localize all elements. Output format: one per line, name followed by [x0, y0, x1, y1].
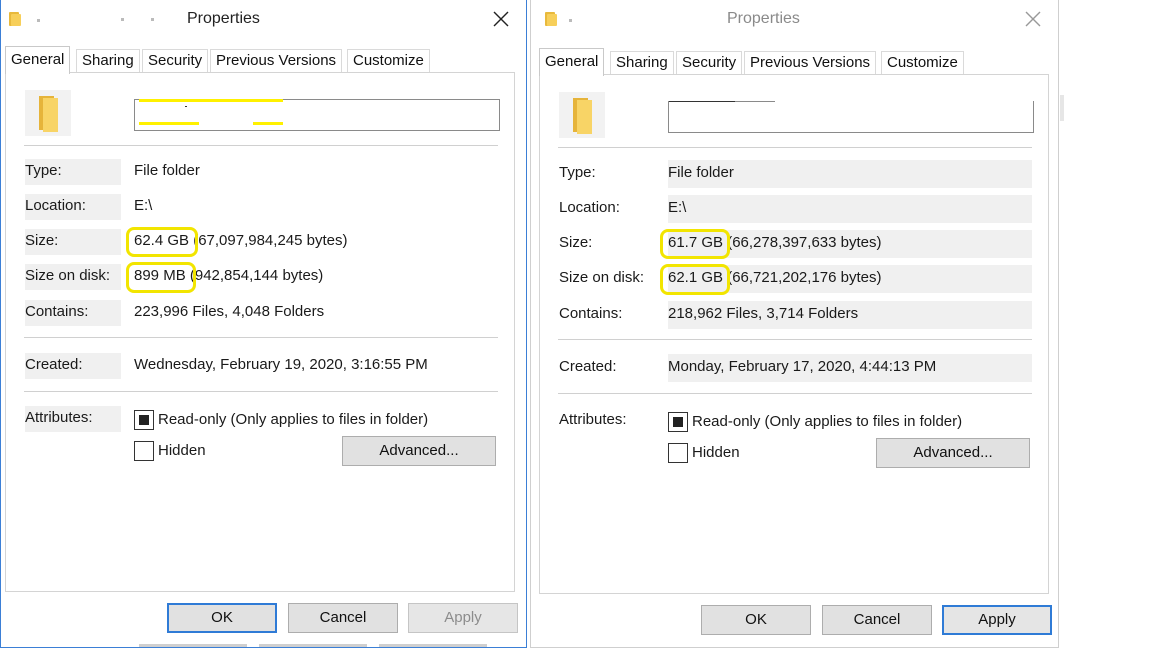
size-label: Size: [25, 229, 121, 255]
tab-customize[interactable]: Customize [347, 49, 430, 73]
advanced-button[interactable]: Advanced... [342, 436, 496, 466]
cancel-button[interactable]: Cancel [822, 605, 932, 635]
location-value: E:\ [134, 197, 153, 214]
redaction-mark [185, 106, 187, 107]
close-icon[interactable] [488, 6, 514, 32]
general-panel: Type: File folder Location: E:\ Size: 61… [539, 74, 1049, 594]
folder-icon [545, 12, 557, 26]
tab-strip: General Sharing Security Previous Versio… [539, 48, 1058, 76]
folder-name-field[interactable] [668, 101, 1034, 133]
advanced-button[interactable]: Advanced... [876, 438, 1030, 468]
apply-button[interactable]: Apply [408, 603, 518, 633]
tab-sharing[interactable]: Sharing [610, 51, 674, 75]
window-title: Properties [727, 10, 800, 27]
background-window-edge [259, 644, 367, 647]
ok-button[interactable]: OK [701, 605, 811, 635]
readonly-label: Read-only (Only applies to files in fold… [158, 411, 429, 428]
size-on-disk-label: Size on disk: [25, 264, 121, 290]
window-title: Properties [187, 10, 260, 27]
contains-value: 218,962 Files, 3,714 Folders [668, 301, 1032, 329]
folder-icon [9, 12, 21, 26]
close-icon[interactable] [1020, 6, 1046, 32]
redaction-mark [669, 101, 735, 102]
created-value: Monday, February 17, 2020, 4:44:13 PM [668, 354, 1032, 382]
separator [558, 147, 1032, 148]
hidden-checkbox[interactable] [668, 443, 688, 463]
properties-dialog-right: Properties General Sharing Security Prev… [530, 0, 1059, 648]
separator [24, 145, 498, 146]
location-label: Location: [25, 194, 121, 220]
contains-label: Contains: [25, 300, 121, 326]
readonly-checkbox[interactable] [668, 412, 688, 432]
redaction-mark [151, 18, 154, 21]
properties-dialog-left: Properties General Sharing Security Prev… [0, 0, 527, 648]
hidden-label: Hidden [158, 442, 206, 459]
highlight-mark [253, 122, 283, 125]
redaction-mark [569, 19, 572, 22]
tab-sharing[interactable]: Sharing [76, 49, 140, 73]
size-label: Size: [559, 234, 593, 251]
type-label: Type: [559, 164, 596, 181]
separator [24, 337, 498, 338]
attributes-label: Attributes: [559, 411, 627, 428]
tab-previous-versions[interactable]: Previous Versions [744, 51, 877, 75]
tab-general[interactable]: General [5, 46, 71, 74]
background-window-edge [139, 644, 247, 647]
highlight-circle [660, 229, 730, 259]
background-window-edge [1060, 95, 1064, 121]
type-value: File folder [668, 160, 1032, 188]
readonly-checkbox[interactable] [134, 410, 154, 430]
tab-security[interactable]: Security [142, 49, 209, 73]
created-label: Created: [25, 353, 121, 379]
hidden-label: Hidden [692, 444, 740, 461]
apply-button[interactable]: Apply [942, 605, 1052, 635]
highlight-mark [139, 99, 283, 102]
attributes-label: Attributes: [25, 406, 121, 432]
highlight-circle [660, 264, 730, 295]
general-panel: Type: File folder Location: E:\ Size: 62… [5, 72, 515, 592]
separator [24, 391, 498, 392]
separator [558, 393, 1032, 394]
title-bar: Properties [531, 0, 1058, 40]
folder-icon [25, 90, 71, 136]
highlight-mark [139, 122, 199, 125]
redaction-mark [775, 101, 1033, 102]
location-label: Location: [559, 199, 620, 216]
created-value: Wednesday, February 19, 2020, 3:16:55 PM [134, 356, 428, 373]
tab-customize[interactable]: Customize [881, 51, 964, 75]
created-label: Created: [559, 358, 617, 375]
tab-general[interactable]: General [539, 48, 605, 76]
hidden-checkbox[interactable] [134, 441, 154, 461]
readonly-label: Read-only (Only applies to files in fold… [692, 413, 963, 430]
contains-value: 223,996 Files, 4,048 Folders [134, 303, 325, 320]
type-label: Type: [25, 159, 121, 185]
type-value: File folder [134, 162, 200, 179]
location-value: E:\ [668, 195, 1032, 223]
title-bar: Properties [1, 0, 526, 40]
size-on-disk-label: Size on disk: [559, 269, 645, 286]
background-window-edge [379, 644, 487, 647]
cancel-button[interactable]: Cancel [288, 603, 398, 633]
tab-previous-versions[interactable]: Previous Versions [210, 49, 343, 73]
separator [558, 339, 1032, 340]
redaction-mark [121, 18, 124, 21]
highlight-circle [126, 262, 196, 293]
folder-icon [559, 92, 605, 138]
contains-label: Contains: [559, 305, 623, 322]
folder-name-field[interactable] [134, 99, 500, 131]
redaction-mark [37, 19, 40, 22]
ok-button[interactable]: OK [167, 603, 277, 633]
highlight-circle [126, 227, 198, 257]
tab-security[interactable]: Security [676, 51, 743, 75]
tab-strip: General Sharing Security Previous Versio… [5, 46, 526, 74]
